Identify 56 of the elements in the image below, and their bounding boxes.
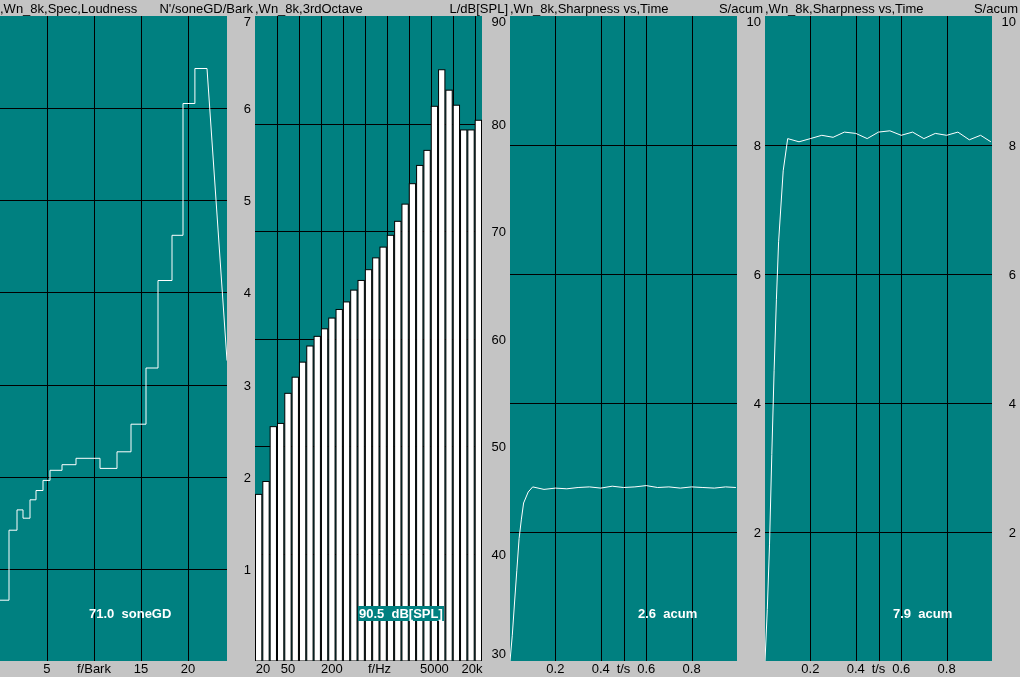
chart-title: ,Wn_8k,Sharpness vs,Time <box>765 1 924 16</box>
chart-title: ,Wn_8k,Spec,Loudness <box>0 1 138 16</box>
axis-tick-label: 0.4 <box>846 661 865 676</box>
axis-tick-label: 4 <box>753 396 761 411</box>
axis-title: S/acum <box>718 1 763 16</box>
axis-title: S/acum <box>973 1 1018 16</box>
axis-tick-label: 30 <box>491 646 506 661</box>
axis-tick-label: 4 <box>243 285 251 301</box>
chart-title: ,Wn_8k,3rdOctave <box>255 1 363 16</box>
axis-title: L/dB[SPL] <box>449 1 508 16</box>
axis-tick-label: 5 <box>43 661 51 676</box>
axis-tick-label: 0.6 <box>892 661 911 676</box>
axis-tick-label: 0.6 <box>637 661 656 676</box>
axis-tick-label: 200 <box>321 661 343 676</box>
axis-tick-label: 2 <box>1008 525 1016 540</box>
axis-tick-label: 20 <box>180 661 196 676</box>
axis-tick-label: 2 <box>243 469 251 485</box>
axis-tick-label: 0.4 <box>591 661 610 676</box>
axis-tick-label: 20k <box>461 661 483 676</box>
axis-tick-label: 5000 <box>419 661 449 676</box>
axis-title: f/Bark <box>77 661 111 676</box>
axis-tick-label: 50 <box>491 439 506 454</box>
axis-tick-label: 6 <box>753 267 761 282</box>
axis-tick-label: 20 <box>255 661 271 676</box>
axis-tick-label: 90 <box>491 14 506 29</box>
readout-value: 2.6 acum <box>637 606 699 621</box>
axis-tick-label: 4 <box>1008 396 1016 411</box>
axis-tick-label: 6 <box>1008 267 1016 282</box>
axis-tick-label: 0.8 <box>937 661 956 676</box>
axis-tick-label: 15 <box>133 661 149 676</box>
axis-tick-label: 2 <box>753 525 761 540</box>
axis-tick-label: 5 <box>243 193 251 209</box>
axis-tick-label: 50 <box>280 661 296 676</box>
axis-tick-label: 3 <box>243 377 251 393</box>
axis-tick-label: 60 <box>491 331 506 347</box>
axis-title: N'/soneGD/Bark <box>159 1 253 16</box>
axis-tick-label: 0.2 <box>546 661 565 676</box>
axis-tick-label: 1 <box>243 561 251 577</box>
axis-tick-label: 6 <box>243 101 251 117</box>
axis-tick-label: 0.2 <box>801 661 820 676</box>
axis-tick-label: 7 <box>243 14 251 29</box>
axis-title: t/s <box>871 661 886 676</box>
axis-tick-label: 0.8 <box>682 661 701 676</box>
readout-value: 7.9 acum <box>892 606 954 621</box>
axis-tick-label: 8 <box>1008 138 1016 153</box>
axis-tick-label: 10 <box>1001 14 1016 29</box>
axis-tick-label: 8 <box>753 138 761 153</box>
axis-tick-label: 80 <box>491 116 506 132</box>
axis-title: f/Hz <box>367 661 392 676</box>
axis-tick-label: 70 <box>491 224 506 239</box>
chart-title: ,Wn_8k,Sharpness vs,Time <box>510 1 669 16</box>
axis-title: t/s <box>616 661 631 676</box>
readout-value: 71.0 soneGD <box>88 606 173 621</box>
readout-value: 90.5 dB[SPL] <box>358 606 444 621</box>
axis-tick-label: 10 <box>746 14 761 29</box>
axis-tick-label: 40 <box>491 546 506 562</box>
